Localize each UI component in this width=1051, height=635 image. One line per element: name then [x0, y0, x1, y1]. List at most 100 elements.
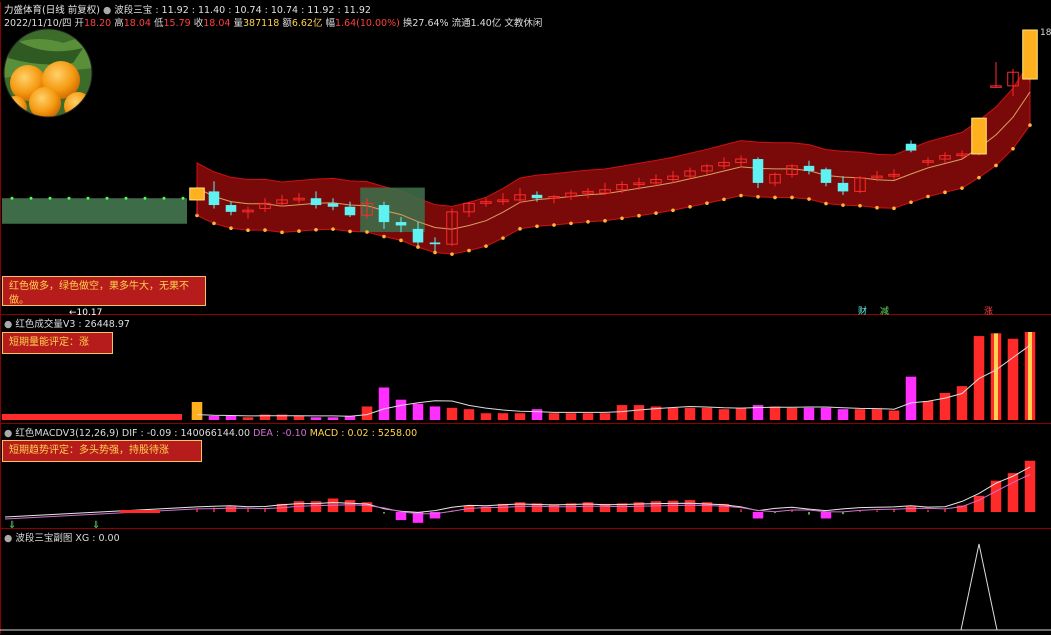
volume-bar [429, 406, 441, 420]
support-dot [705, 201, 709, 206]
band-dot [124, 196, 128, 200]
support-dot [977, 175, 981, 180]
volume-bar [786, 407, 798, 420]
limit-up-bar [971, 117, 987, 155]
green-band-mid [360, 187, 425, 233]
volume-bar [582, 413, 594, 420]
support-dot [807, 197, 811, 201]
support-dot [994, 163, 998, 168]
candle-body-down [531, 194, 543, 199]
macd-bar [196, 509, 198, 512]
volume-bar [548, 413, 560, 420]
support-dot [552, 223, 556, 227]
volume-note-text: 短期量能评定：涨 [9, 337, 89, 348]
volume-bar [684, 407, 696, 420]
volume-gold-bar [191, 402, 203, 420]
limit-up-bar [189, 187, 205, 201]
tag-jian: 减 [880, 307, 890, 317]
xg-spike-line [960, 543, 998, 631]
macd-bar [383, 512, 385, 514]
macd-note-box: 短期趋势评定：多头势强，持股待涨 [2, 440, 202, 462]
support-dot [892, 206, 896, 211]
volume-gold-stripe [994, 333, 998, 420]
volume-bar [378, 387, 390, 420]
band-dot [143, 196, 147, 200]
volume-bar [310, 417, 322, 420]
volume-bar [412, 403, 424, 420]
support-dot [467, 248, 471, 253]
candle-body-down [378, 205, 390, 223]
volume-bar [837, 409, 849, 420]
volume-bar [905, 376, 917, 420]
support-dot [586, 219, 590, 224]
support-dot [688, 204, 692, 209]
band-dot [181, 196, 185, 200]
volume-bar [633, 405, 645, 420]
support-dot [569, 221, 573, 226]
support-dot [348, 229, 352, 234]
support-dot [671, 208, 675, 213]
macd-bar [1024, 460, 1036, 512]
volume-bar [871, 409, 883, 420]
macd-bar [808, 512, 810, 515]
band-dot [105, 196, 109, 200]
macd-bar [927, 509, 929, 512]
band-dot [10, 196, 14, 200]
macd-bar [310, 501, 322, 512]
support-dot [858, 203, 862, 208]
volume-bar [293, 415, 305, 420]
support-dot [926, 194, 930, 199]
support-dot [501, 236, 505, 240]
volume-bar [735, 407, 747, 420]
candle-body-down [429, 242, 441, 245]
candle-body-down [905, 143, 917, 151]
volume-bar [497, 413, 509, 420]
volume-bar [667, 407, 679, 420]
volume-note-box: 短期量能评定：涨 [2, 332, 113, 354]
candle-body-down [803, 165, 815, 171]
macd-bar [905, 506, 917, 512]
volume-bar [769, 406, 781, 420]
macd-bar [650, 501, 662, 512]
volume-bar [616, 405, 628, 420]
macd-bar [667, 500, 679, 512]
macd-bar [344, 500, 356, 512]
volume-bar [463, 409, 475, 420]
volume-bar [480, 413, 492, 420]
volume-bar [395, 399, 407, 420]
band-dot [67, 196, 71, 200]
volume-bar [854, 409, 866, 420]
support-dot [620, 216, 624, 221]
candle-body-down [395, 222, 407, 226]
volume-bar [973, 336, 985, 420]
volume-bar [225, 415, 237, 420]
macd-bar [752, 512, 764, 519]
volume-ma-line [196, 344, 1031, 417]
support-dot [773, 195, 777, 200]
band-dot [29, 196, 33, 200]
support-dot [960, 186, 964, 190]
candle-body-down [820, 169, 832, 183]
high-price-marker: 18 [1040, 28, 1051, 38]
price-note-box: 红色做多，绿色做空，果多牛大，无果不做。 ←10.17 [2, 276, 206, 318]
limit-up-bar [1022, 29, 1038, 80]
macd-bar [791, 510, 793, 512]
low-price-marker: ←10.17 [69, 308, 103, 318]
green-band-left [2, 198, 187, 224]
volume-bar [1007, 338, 1019, 420]
band-dot [162, 196, 166, 200]
support-dot [229, 226, 233, 230]
support-dot [263, 228, 267, 232]
candle-body-down [412, 228, 424, 243]
volume-bar [208, 415, 220, 420]
support-dot [484, 244, 488, 248]
support-dot [433, 250, 437, 255]
support-dot [399, 238, 403, 243]
candle-body-down [327, 203, 339, 207]
macd-bar [740, 509, 742, 512]
support-dot [212, 221, 216, 226]
support-dot [722, 197, 726, 202]
support-dot [790, 195, 794, 200]
candle-body-down [752, 159, 764, 183]
support-dot [314, 227, 318, 232]
